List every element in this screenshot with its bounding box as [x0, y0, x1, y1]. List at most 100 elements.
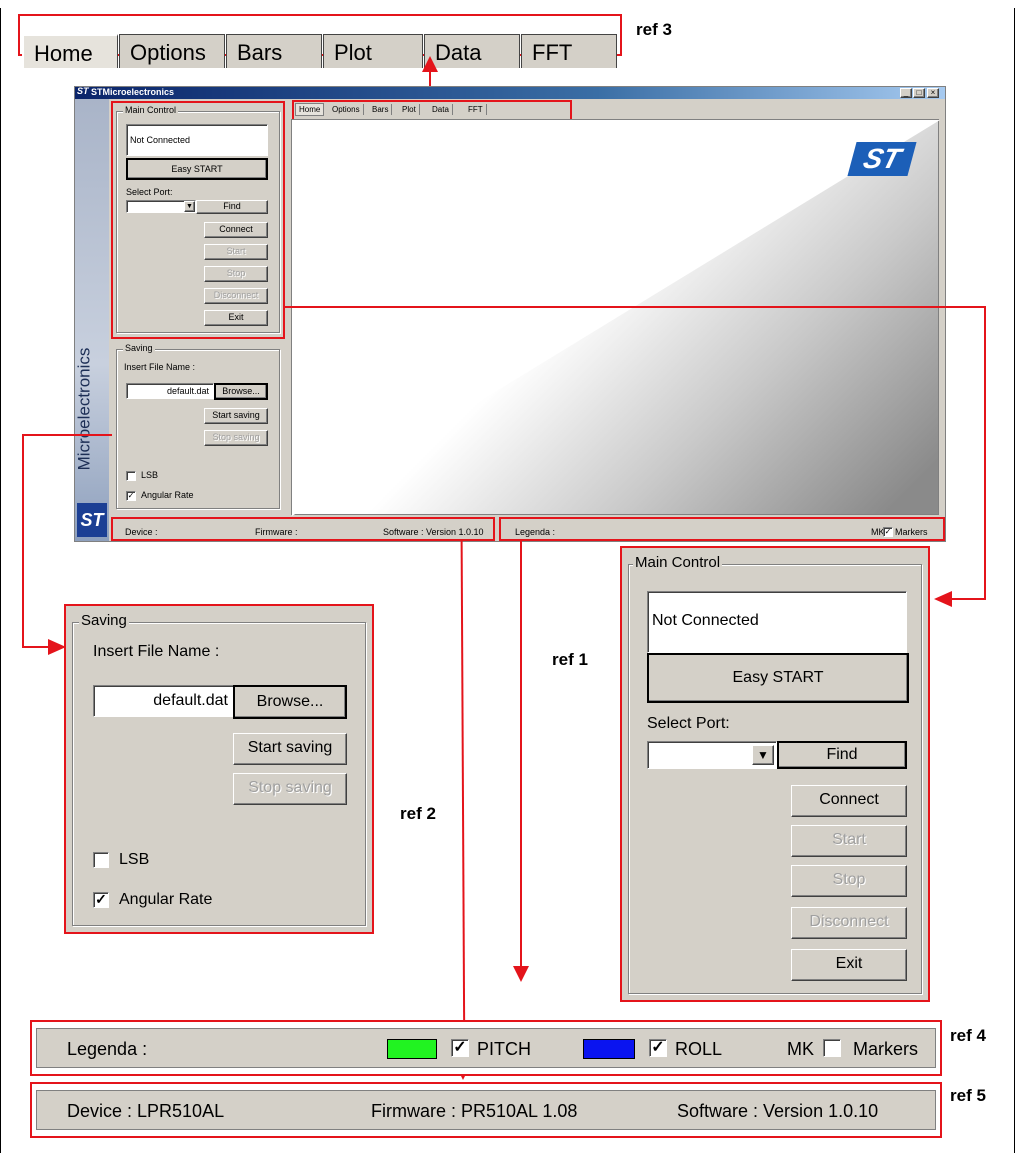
tab-options[interactable]: Options: [119, 34, 225, 68]
connect-button-small[interactable]: Connect: [204, 222, 268, 238]
file-label-small: Insert File Name :: [124, 362, 196, 372]
minimize-button[interactable]: _: [900, 88, 912, 98]
app-window: ST STMicroelectronics _ □ × Microelectro…: [74, 86, 946, 542]
disconnect-button-small[interactable]: Disconnect: [204, 288, 268, 304]
start-button[interactable]: Start: [791, 825, 907, 857]
title-bar: ST STMicroelectronics _ □ ×: [75, 86, 945, 99]
port-select[interactable]: ▼: [647, 741, 777, 769]
tab-bars[interactable]: Bars: [226, 34, 322, 68]
start-saving-button-small[interactable]: Start saving: [204, 408, 268, 424]
connector-ref1-h: [284, 306, 986, 308]
file-label: Insert File Name :: [93, 643, 220, 660]
small-tab-home[interactable]: Home: [295, 103, 325, 116]
stop-saving-button[interactable]: Stop saving: [233, 773, 347, 805]
figure-frame-left: [0, 8, 1, 1153]
connect-button[interactable]: Connect: [791, 785, 907, 817]
chevron-down-icon[interactable]: ▼: [752, 745, 774, 765]
tab-data[interactable]: Data: [424, 34, 520, 68]
small-tab-fft[interactable]: FFT: [465, 104, 487, 115]
find-button[interactable]: Find: [777, 741, 907, 769]
tab-strip-zoom: Home Options Bars Plot Data FFT: [18, 14, 622, 68]
lsb-checkbox[interactable]: [93, 852, 109, 868]
select-port-label-small: Select Port:: [126, 187, 173, 197]
connector-ref2-v: [22, 434, 24, 648]
ref-3-label: ref 3: [636, 20, 672, 39]
angular-rate-checkbox[interactable]: ✓: [93, 892, 109, 908]
start-saving-button[interactable]: Start saving: [233, 733, 347, 765]
small-legenda-label: Legenda :: [515, 527, 556, 537]
tab-home[interactable]: Home: [22, 34, 118, 68]
saving-small: Saving Insert File Name : default.dat Br…: [116, 343, 280, 509]
disconnect-button[interactable]: Disconnect: [791, 907, 907, 939]
exit-button[interactable]: Exit: [791, 949, 907, 981]
port-select-small[interactable]: ▼: [126, 200, 196, 213]
tab-fft[interactable]: FFT: [521, 34, 617, 68]
st-logo-icon: ST: [77, 503, 107, 537]
status-box-small: Not Connected: [126, 124, 268, 156]
main-control-small: Main Control Not Connected Easy START Se…: [116, 105, 280, 333]
find-button-small[interactable]: Find: [196, 200, 268, 214]
browse-button-small[interactable]: Browse...: [214, 383, 268, 400]
close-button[interactable]: ×: [927, 88, 939, 98]
main-canvas: ST: [291, 119, 940, 516]
device-bar: Device : LPR510AL Firmware : PR510AL 1.0…: [36, 1090, 936, 1130]
legend-bar-zoom: Legenda : ✓ PITCH ✓ ROLL MK Markers: [30, 1020, 942, 1076]
pitch-color-swatch: [387, 1039, 437, 1059]
status-box: Not Connected: [647, 591, 907, 653]
small-tab-data[interactable]: Data: [429, 104, 453, 115]
exit-button-small[interactable]: Exit: [204, 310, 268, 326]
ref-2-label: ref 2: [400, 804, 436, 823]
roll-label: ROLL: [675, 1039, 723, 1059]
small-tab-plot[interactable]: Plot: [399, 104, 420, 115]
legenda-label: Legenda :: [67, 1039, 148, 1059]
maximize-button[interactable]: □: [913, 88, 925, 98]
legend-bar: Legenda : ✓ PITCH ✓ ROLL MK Markers: [36, 1028, 936, 1068]
ref-1-label: ref 1: [552, 650, 588, 669]
small-software-label: Software : Version 1.0.10: [383, 527, 484, 537]
browse-button[interactable]: Browse...: [233, 685, 347, 719]
small-device-label: Device :: [125, 527, 158, 537]
small-markers-checkbox[interactable]: ✓: [883, 527, 893, 537]
angular-rate-label: Angular Rate: [119, 891, 213, 908]
stop-button[interactable]: Stop: [791, 865, 907, 897]
easy-start-button[interactable]: Easy START: [647, 653, 909, 703]
small-markers-label: Markers: [895, 527, 928, 537]
software-label: Software : Version 1.0.10: [677, 1101, 879, 1121]
tab-plot[interactable]: Plot: [323, 34, 423, 68]
easy-start-button-small[interactable]: Easy START: [126, 158, 268, 180]
saving-group: Saving Insert File Name : default.dat Br…: [72, 612, 366, 926]
start-button-small[interactable]: Start: [204, 244, 268, 260]
connector-ref1-h2: [950, 598, 986, 600]
figure-frame-right: [1014, 8, 1015, 1153]
lsb-checkbox-small[interactable]: [126, 471, 136, 481]
main-control-zoom: Main Control Not Connected Easy START Se…: [620, 546, 930, 1002]
angular-rate-label-small: Angular Rate: [141, 490, 194, 500]
lsb-label: LSB: [119, 851, 150, 868]
stop-saving-button-small[interactable]: Stop saving: [204, 430, 268, 446]
device-label: Device : LPR510AL: [67, 1101, 225, 1121]
small-tab-options[interactable]: Options: [329, 104, 364, 115]
roll-checkbox[interactable]: ✓: [649, 1039, 667, 1057]
firmware-label: Firmware : PR510AL 1.08: [371, 1101, 578, 1121]
small-firmware-label: Firmware :: [255, 527, 298, 537]
markers-label: Markers: [853, 1039, 919, 1059]
st-logo-small: ST: [77, 86, 89, 96]
connector-ref2-h2: [22, 646, 50, 648]
lsb-label-small: LSB: [141, 470, 159, 480]
saving-zoom: Saving Insert File Name : default.dat Br…: [64, 604, 374, 934]
chevron-down-icon[interactable]: ▼: [184, 201, 195, 212]
vertical-brand-text: Microelectronics: [74, 347, 94, 471]
connector-ref1-v: [984, 306, 986, 600]
main-control-small-title: Main Control: [123, 105, 179, 115]
device-bar-zoom: Device : LPR510AL Firmware : PR510AL 1.0…: [30, 1082, 942, 1138]
pitch-checkbox[interactable]: ✓: [451, 1039, 469, 1057]
roll-color-swatch: [583, 1039, 635, 1059]
angular-rate-checkbox-small[interactable]: ✓: [126, 491, 136, 501]
st-logo-icon-large: ST: [847, 142, 917, 176]
small-tab-bars[interactable]: Bars: [369, 104, 393, 115]
markers-checkbox[interactable]: [823, 1039, 841, 1057]
file-input[interactable]: default.dat: [93, 685, 235, 717]
stop-button-small[interactable]: Stop: [204, 266, 268, 282]
arrow-ref4-head: [513, 966, 529, 982]
file-input-small[interactable]: default.dat: [126, 383, 214, 399]
